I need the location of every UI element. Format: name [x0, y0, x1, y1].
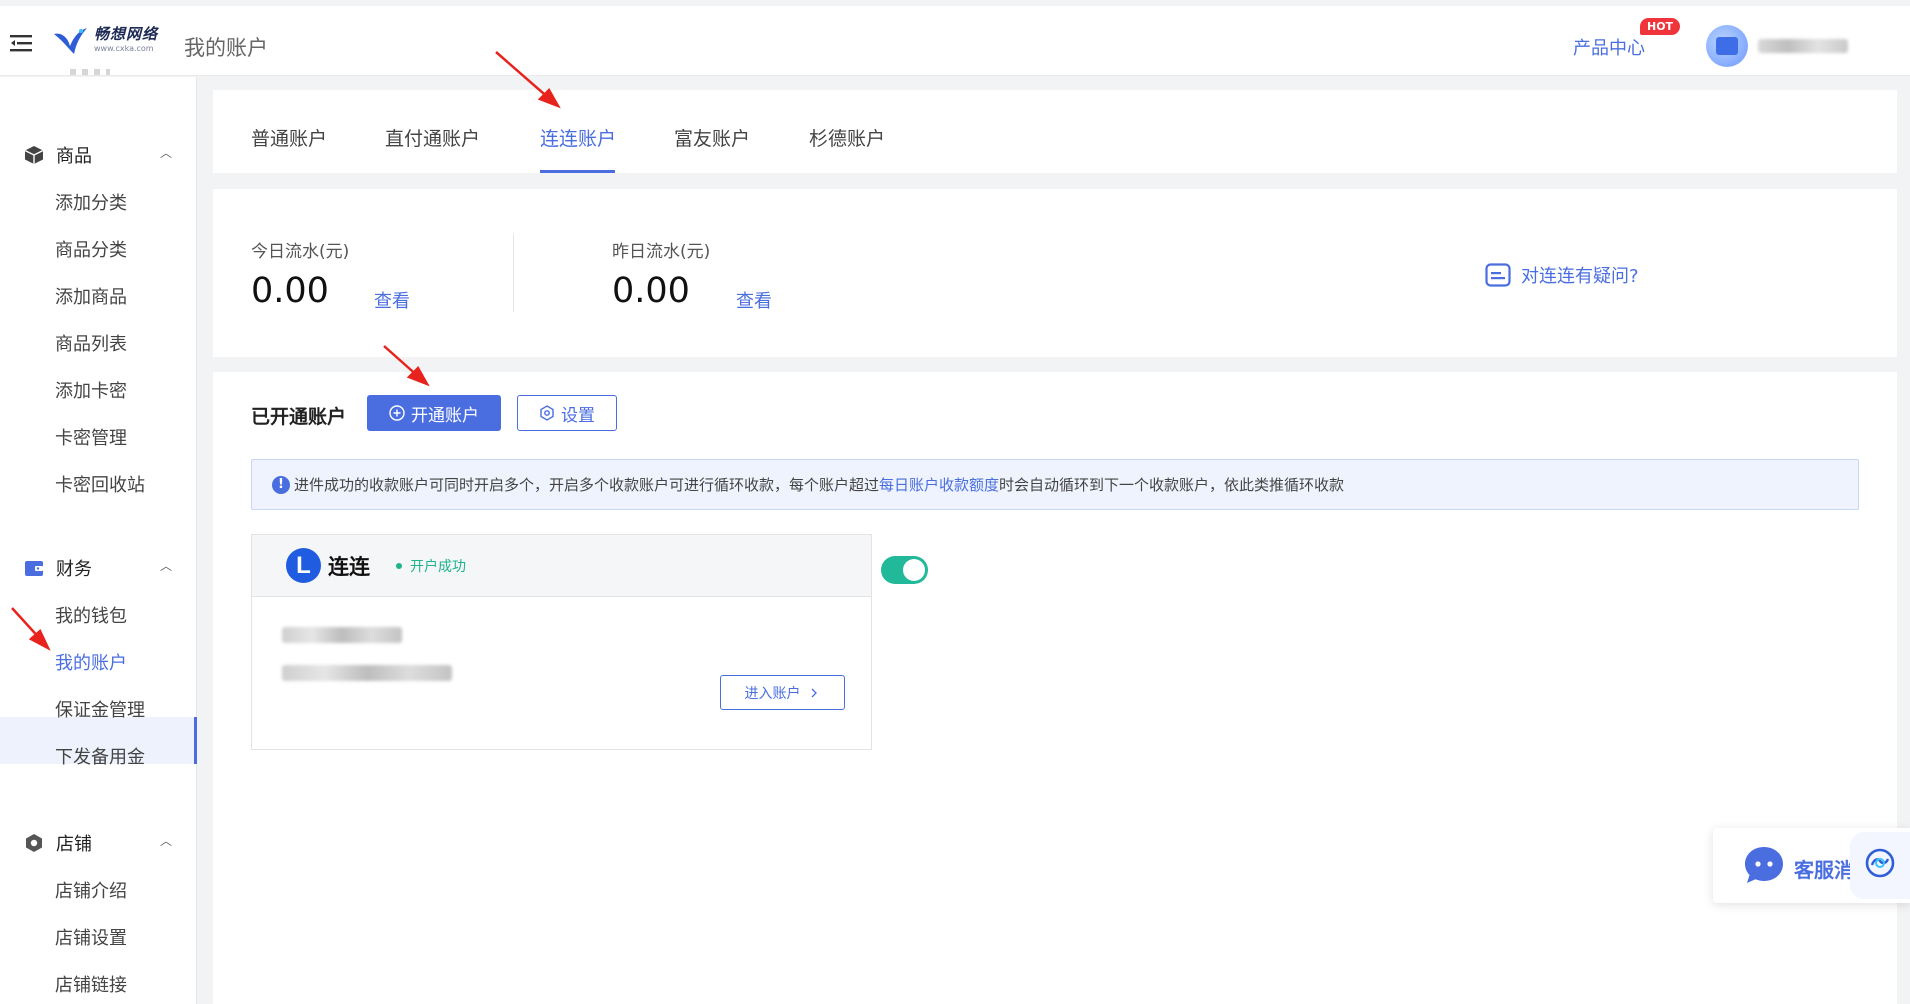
headset-icon: [1865, 848, 1895, 878]
sidebar-item-store-link[interactable]: 店铺链接: [55, 971, 127, 997]
chat-doc-icon: [1485, 263, 1511, 287]
sidebar-item-add-goods[interactable]: 添加商品: [55, 283, 127, 309]
account-tabs-panel: 普通账户 直付通账户 连连账户 富友账户 杉德账户: [213, 90, 1897, 173]
bird-logo-icon: [54, 28, 87, 54]
chevron-up-icon: ︿: [160, 834, 173, 848]
username-redacted[interactable]: [1758, 39, 1848, 53]
logo-url: www.cxka.com: [94, 44, 154, 53]
redacted-account-id: [282, 665, 452, 681]
hot-badge: HOT: [1640, 18, 1681, 35]
page-title: 我的账户: [184, 36, 268, 60]
menu-toggle-icon[interactable]: [10, 34, 32, 52]
sidebar-group-label: 商品: [56, 146, 92, 167]
toggle-knob: [903, 559, 925, 581]
sidebar-item-add-category[interactable]: 添加分类: [55, 189, 127, 215]
customer-service-widget[interactable]: 客服消: [1713, 828, 1910, 903]
open-account-button[interactable]: 开通账户: [367, 395, 501, 431]
chat-bubble-icon: [1745, 847, 1783, 883]
sidebar-item-goods-list[interactable]: 商品列表: [55, 330, 127, 356]
faq-link[interactable]: 对连连有疑问?: [1485, 262, 1639, 288]
sidebar-group-finance[interactable]: 财务 ︿: [24, 555, 174, 581]
chevron-right-icon: [811, 688, 817, 697]
chevron-up-icon: ︿: [160, 559, 173, 573]
sidebar-item-my-wallet[interactable]: 我的钱包: [55, 602, 127, 628]
brand-logo[interactable]: 畅想网络 www.cxka.com: [52, 24, 158, 56]
logo-name: 畅想网络: [94, 25, 159, 43]
box-icon: [24, 146, 44, 164]
sidebar-group-goods[interactable]: 商品 ︿: [24, 142, 174, 168]
account-card-header: L 连连 开户成功: [252, 535, 871, 597]
notice-text-suffix: 时会自动循环到下一个收款账户，依此类推循环收款: [999, 476, 1345, 494]
sidebar-item-my-account[interactable]: 我的账户: [55, 649, 127, 675]
section-title: 已开通账户: [251, 406, 347, 428]
account-name: 连连: [328, 554, 370, 579]
customer-service-label: 客服消: [1794, 858, 1854, 882]
info-icon: !: [272, 475, 290, 494]
stats-divider: [513, 234, 514, 312]
yesterday-view-link[interactable]: 查看: [736, 287, 772, 313]
sidebar-item-deposit[interactable]: 保证金管理: [55, 696, 145, 722]
info-notice: ! 进件成功的收款账户可同时开启多个，开启多个收款账户可进行循环收款，每个账户超…: [251, 459, 1859, 510]
sidebar-group-store[interactable]: 店铺 ︿: [24, 830, 174, 856]
tab-shande-account[interactable]: 杉德账户: [809, 124, 885, 151]
today-flow-label: 今日流水(元): [251, 242, 350, 262]
status-badge: 开户成功: [396, 556, 466, 576]
sidebar-item-add-card[interactable]: 添加卡密: [55, 377, 127, 403]
sidebar: 商品 ︿ 添加分类 商品分类 添加商品 商品列表 添加卡密 卡密管理 卡密回收站…: [0, 69, 197, 1004]
account-enable-toggle[interactable]: [881, 556, 928, 584]
today-flow-value: 0.00: [251, 271, 329, 311]
faq-label: 对连连有疑问?: [1521, 266, 1639, 287]
settings-label: 设置: [561, 405, 595, 426]
lianlian-logo-icon: L: [286, 548, 321, 583]
sidebar-item-store-settings[interactable]: 店铺设置: [55, 924, 127, 950]
active-tab-indicator: [540, 170, 615, 173]
avatar[interactable]: [1706, 25, 1748, 67]
sidebar-item-reserve-fund[interactable]: 下发备用金: [55, 743, 145, 769]
yesterday-flow-label: 昨日流水(元): [612, 242, 711, 262]
opened-accounts-panel: 已开通账户 开通账户 设置 ! 进件成功的收款账户可同时开启多个，开启多个收款账…: [213, 372, 1897, 1004]
status-dot-icon: [396, 562, 402, 569]
chevron-up-icon: ︿: [160, 146, 173, 160]
stats-panel: 今日流水(元) 0.00 查看 昨日流水(元) 0.00 查看 对连连有疑问?: [213, 189, 1897, 357]
tab-fuyou-account[interactable]: 富友账户: [674, 124, 750, 151]
enter-account-button[interactable]: 进入账户: [720, 675, 845, 710]
tab-direct-pay-account[interactable]: 直付通账户: [385, 124, 480, 151]
redacted-account-info: [282, 627, 402, 643]
settings-hex-icon: [540, 405, 554, 421]
sidebar-item-store-intro[interactable]: 店铺介绍: [55, 877, 127, 903]
sidebar-item-card-recycle[interactable]: 卡密回收站: [55, 471, 145, 497]
sidebar-item-card-manage[interactable]: 卡密管理: [55, 424, 127, 450]
open-account-label: 开通账户: [411, 405, 479, 426]
plus-circle-icon: [389, 405, 405, 421]
enter-account-label: 进入账户: [744, 685, 801, 702]
notice-text-prefix: 进件成功的收款账户可同时开启多个，开启多个收款账户可进行循环收款，每个账户超过: [294, 476, 880, 494]
today-view-link[interactable]: 查看: [374, 287, 410, 313]
daily-limit-link[interactable]: 每日账户收款额度: [879, 474, 999, 495]
wallet-icon: [25, 561, 43, 576]
status-text: 开户成功: [410, 558, 466, 575]
store-icon: [26, 834, 42, 852]
lianlian-account-card: L 连连 开户成功 进入账户: [251, 534, 872, 750]
sidebar-item-goods-category[interactable]: 商品分类: [55, 236, 127, 262]
product-center-link[interactable]: 产品中心: [1573, 34, 1645, 60]
clipped-menu-text: [70, 69, 110, 75]
tab-normal-account[interactable]: 普通账户: [251, 124, 327, 151]
sidebar-group-label: 财务: [56, 559, 92, 580]
settings-button[interactable]: 设置: [517, 395, 617, 431]
tab-lianlian-account[interactable]: 连连账户: [540, 124, 616, 151]
cs-side-tab[interactable]: [1850, 832, 1910, 899]
top-header: 畅想网络 www.cxka.com 我的账户 产品中心 HOT: [0, 6, 1910, 76]
yesterday-flow-value: 0.00: [612, 271, 690, 311]
sidebar-group-label: 店铺: [56, 834, 92, 855]
